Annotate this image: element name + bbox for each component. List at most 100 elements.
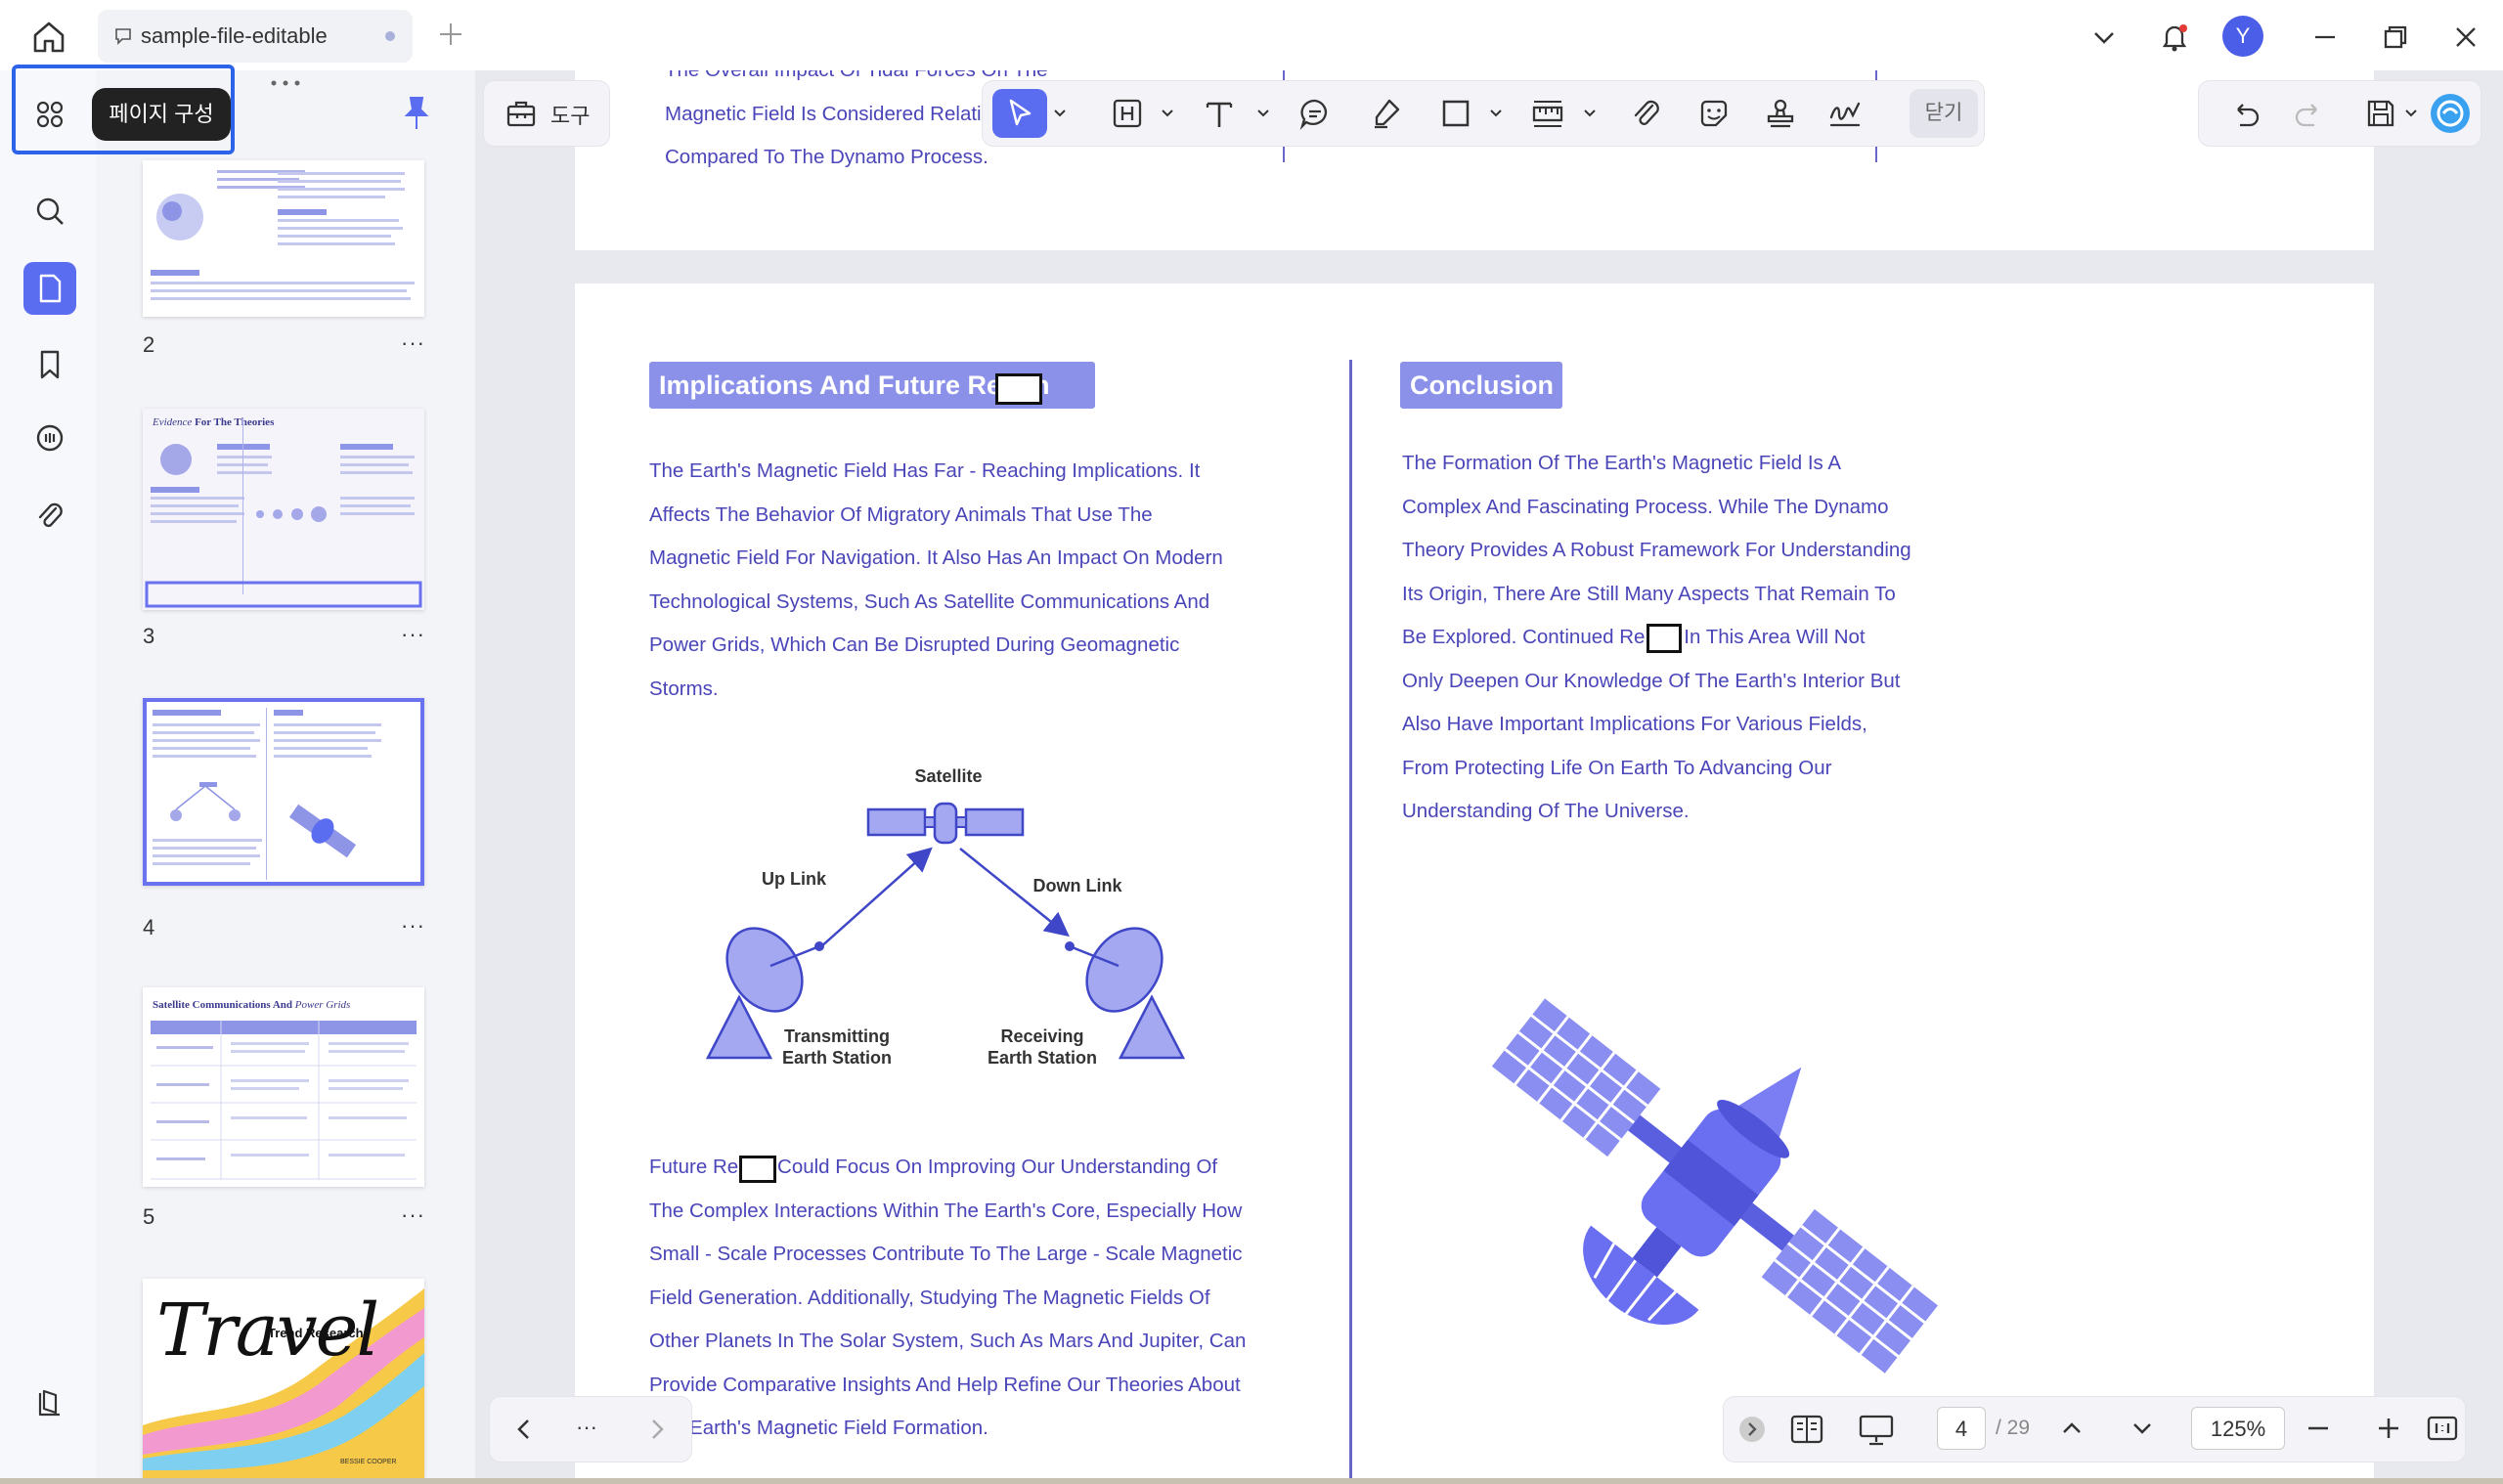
presentation-icon[interactable] [1857,1411,1896,1448]
history-toolbar [2198,80,2481,147]
shape-tool-icon[interactable] [1438,96,1473,131]
avatar[interactable]: Y [2222,16,2263,57]
document-tab[interactable]: sample-file-editable [98,10,413,63]
text-line: Power Grids, Which Can Be Disrupted Duri… [649,633,1180,656]
chevron-down-icon[interactable] [1489,109,1503,118]
text-tool-icon[interactable] [1202,96,1237,131]
tools-label: 도구 [550,104,591,128]
left-paragraph-2: Future Re rch Could Focus On Improving O… [649,1146,1246,1451]
heading-tool-icon[interactable] [1110,96,1145,131]
page-thumbnail-4[interactable] [143,698,424,886]
redo-icon[interactable] [2291,96,2326,131]
text-line: Theory Provides A Robust Framework For U… [1402,539,1911,561]
stamp-tool-icon[interactable] [1763,96,1798,131]
chevron-down-icon[interactable] [2404,109,2418,118]
close-toolbar-button[interactable]: 닫기 [1910,89,1978,138]
text-line: From Protecting Life On Earth To Advanci… [1402,756,1832,779]
satellite-link-diagram: Satellite Up Link Down Link Transmitting… [705,766,1186,1068]
page-number-3: 3 [143,624,155,648]
comments-button[interactable] [23,413,76,465]
comment-tool-icon[interactable] [1297,96,1333,131]
home-icon[interactable] [29,18,68,57]
satellite-label: Satellite [914,766,982,786]
text-line: Provide Comparative Insights And Help Re… [649,1373,1241,1396]
unsaved-dot [385,31,395,41]
save-icon[interactable] [2363,96,2398,131]
text-line: The Formation Of The Earth's Magnetic Fi… [1402,452,1842,474]
bookmark-button[interactable] [23,338,76,391]
chevron-down-icon[interactable] [1583,109,1597,118]
new-tab-icon[interactable] [436,20,465,49]
page-3-more-button[interactable]: ··· [401,622,425,647]
redaction-box[interactable] [1647,624,1682,653]
search-icon [36,197,64,225]
highlighter-icon[interactable] [1368,96,1403,131]
sticker-tool-icon[interactable] [1696,96,1732,131]
bell-icon[interactable] [2157,20,2192,55]
chevron-right-icon[interactable] [642,1415,672,1444]
page-thumbnail-3[interactable]: Evidence For The Theories [143,409,424,610]
close-icon[interactable] [2448,20,2483,55]
attach-tool-icon[interactable] [1628,96,1663,131]
window-bottom-edge [0,1478,2503,1484]
bookmark-icon [40,350,60,379]
page-thumbnail-6[interactable]: Travel Trend Research BESSIE COOPER [143,1279,424,1478]
text-line: The Earth's Magnetic Field Has Far - Rea… [649,459,1201,482]
undo-icon[interactable] [2228,96,2263,131]
expand-icon[interactable] [1737,1415,1767,1444]
page-4-preview [153,708,381,880]
restore-icon[interactable] [2378,20,2413,55]
attachments-button[interactable] [23,489,76,542]
tab-title: sample-file-editable [141,23,328,48]
page-2-more-button[interactable]: ··· [401,330,425,356]
rx-label-1: Receiving [1000,1026,1083,1046]
ai-assistant-icon[interactable] [2430,93,2471,134]
pin-icon[interactable] [401,96,432,131]
cursor-icon [1009,99,1032,126]
paperclip-icon [38,502,63,528]
chevron-left-icon[interactable] [509,1415,539,1444]
sidebar-toggle-button[interactable] [23,1376,76,1429]
tools-menu-button[interactable]: 도구 [483,80,610,147]
chevron-down-icon[interactable] [1053,109,1067,118]
measure-tool-icon[interactable] [1530,96,1565,131]
uplink-label: Up Link [762,869,827,889]
chevron-up-icon[interactable] [2056,1413,2087,1444]
text-line: Small - Scale Processes Contribute To Th… [649,1243,1243,1265]
page-total: / 29 [1996,1417,2031,1439]
zoom-in-icon[interactable] [2373,1413,2404,1444]
redaction-box[interactable] [995,373,1042,405]
page-3-preview [145,418,422,608]
page-thumbnail-5[interactable]: Satellite Communications And Power Grids [143,987,424,1187]
nav-more-button[interactable]: ··· [576,1415,597,1440]
zoom-level[interactable]: 125% [2191,1407,2285,1450]
page-number-4: 4 [143,915,155,939]
text-line: The Earth's Magnetic Field Formation. [649,1417,988,1439]
page-number-2: 2 [143,332,155,357]
text-line: Complex And Fascinating Process. While T… [1402,495,1889,518]
page-5-more-button[interactable]: ··· [401,1202,425,1228]
redaction-box[interactable] [739,1156,776,1183]
actual-size-icon[interactable] [2426,1413,2459,1444]
view-controls-bar: 4 / 29 125% [1723,1396,2466,1462]
search-button[interactable] [23,185,76,238]
text-line: Field Generation. Additionally, Studying… [649,1286,1210,1309]
text-line: Other Planets In The Solar System, Such … [649,1330,1247,1352]
chevron-down-icon[interactable] [2086,20,2122,55]
chevron-down-icon[interactable] [1256,109,1270,118]
zoom-out-icon[interactable] [2303,1413,2334,1444]
select-tool-button[interactable] [992,89,1047,138]
drag-handle-icon[interactable] [266,74,305,92]
text-line: Understanding Of The Universe. [1402,800,1690,822]
left-paragraph-1: The Earth's Magnetic Field Has Far - Rea… [649,450,1223,711]
page-thumbnail-2[interactable] [143,160,424,317]
page-layout-icon[interactable] [1788,1411,1825,1448]
page-number-input[interactable]: 4 [1937,1407,1986,1450]
signature-tool-icon[interactable] [1827,96,1863,131]
page-4-more-button[interactable]: ··· [401,913,425,938]
chevron-down-icon[interactable] [1161,109,1174,118]
chevron-down-icon[interactable] [2127,1413,2158,1444]
minimize-icon[interactable] [2307,20,2343,55]
pages-button[interactable] [23,262,76,315]
right-heading: Conclusion [1400,362,1562,409]
